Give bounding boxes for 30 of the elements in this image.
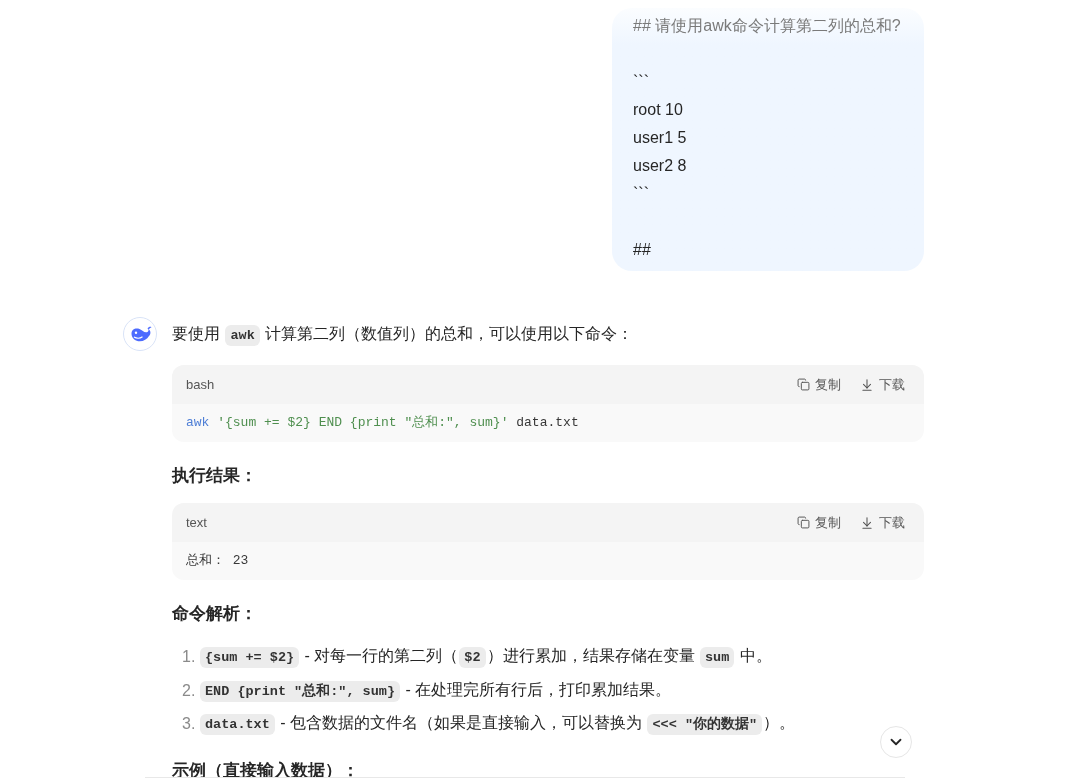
copy-icon — [797, 516, 810, 529]
section-heading: 命令解析： — [172, 603, 257, 625]
copy-button[interactable]: 复制 — [797, 374, 841, 395]
code-line: awk '{sum += $2} END {print "总和:", sum}' data.txt — [186, 414, 579, 433]
scroll-down-button[interactable] — [880, 726, 912, 758]
code-language-label: text — [186, 513, 207, 532]
list-item-text: END {print "总和:", sum} - 在处理完所有行后，打印累加结果。 — [199, 675, 672, 706]
message-line: ## — [633, 240, 651, 260]
message-line: ``` — [633, 72, 649, 92]
message-line: user1 5 — [633, 128, 687, 148]
message-line: ## 请使用awk命令计算第二列的总和? — [633, 16, 901, 36]
copy-icon — [797, 378, 810, 391]
code-line: 总和： 23 — [186, 552, 249, 571]
copy-button[interactable]: 复制 — [797, 512, 841, 533]
code-language-label: bash — [186, 375, 215, 394]
list-item-text: data.txt - 包含数据的文件名（如果是直接输入，可以替换为 <<< "你的数据" ）。 — [199, 709, 796, 739]
list-number: 3. — [182, 714, 197, 734]
download-icon — [860, 377, 874, 392]
download-icon — [860, 515, 874, 530]
message-line: root 10 — [633, 100, 683, 120]
list-number: 1. — [182, 647, 197, 667]
message-line: ``` — [633, 184, 649, 204]
intro-text: 要使用 awk 计算第二列（数值列）的总和，可以使用以下命令： — [172, 320, 634, 350]
message-line: user2 8 — [633, 156, 687, 176]
section-heading: 执行结果： — [172, 465, 257, 487]
download-button[interactable]: 下载 — [860, 374, 905, 395]
download-button[interactable]: 下载 — [860, 512, 905, 533]
list-number: 2. — [182, 680, 197, 701]
list-item-text: {sum += $2} - 对每一行的第二列（ $2 ）进行累加，结果存储在变量 sum 中。 — [199, 642, 772, 672]
whale-avatar-icon — [123, 317, 157, 351]
